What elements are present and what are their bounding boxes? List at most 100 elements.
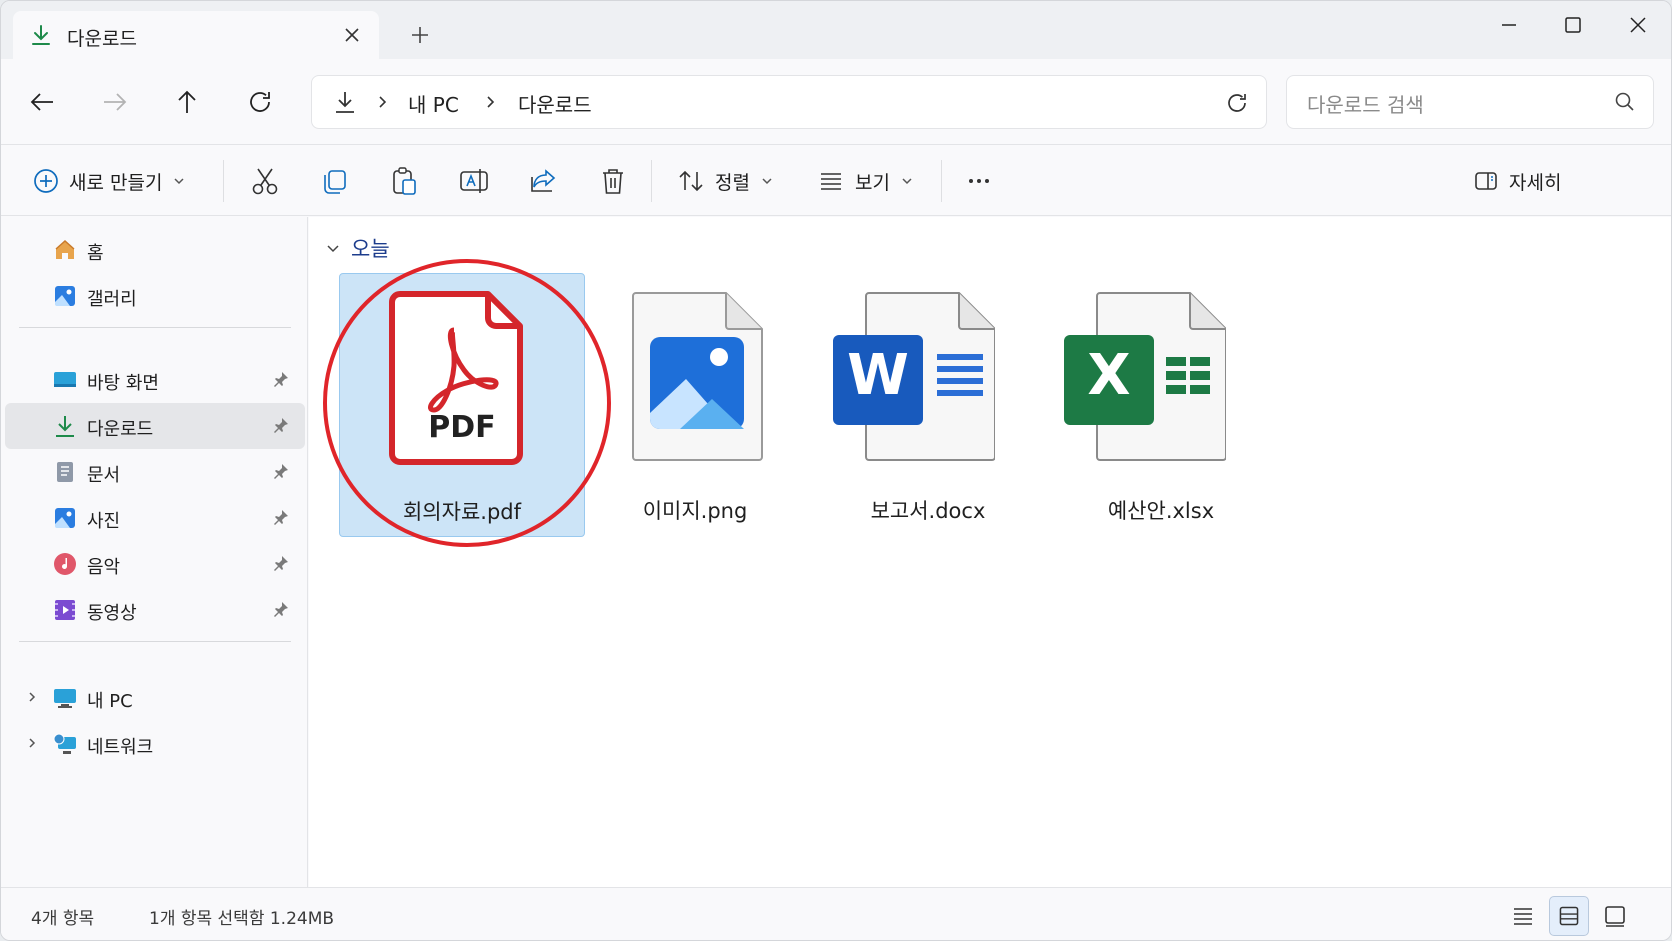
- command-bar: 새로 만들기 정렬 보기 자세히: [1, 146, 1671, 216]
- add-circle-icon: [34, 169, 58, 193]
- file-list: 오늘 PDF 회의자료.pdf 이미지.png W 보고서.docx X 예산안…: [309, 217, 1671, 887]
- details-view-icon[interactable]: [1503, 896, 1543, 936]
- sidebar-item-videos[interactable]: 동영상: [5, 587, 305, 633]
- search-icon: [1615, 92, 1634, 111]
- sidebar-item-downloads[interactable]: 다운로드: [5, 403, 305, 449]
- chevron-right-icon[interactable]: [25, 736, 39, 750]
- sidebar-divider: [19, 327, 291, 328]
- group-label: 오늘: [351, 237, 390, 261]
- chevron-right-icon: [379, 96, 387, 108]
- chevron-down-icon: [902, 178, 912, 185]
- title-bar: 다운로드: [1, 1, 1671, 59]
- sidebar-item-desktop[interactable]: 바탕 화면: [5, 357, 305, 403]
- view-label: 보기: [855, 171, 890, 194]
- search-placeholder: 다운로드 검색: [1307, 93, 1424, 117]
- file-explorer-window: 다운로드 내 PC 다운로드 다운로드 검색 새로 만들기 정렬 보기 자세히 …: [0, 0, 1672, 941]
- tiles-view-icon[interactable]: [1549, 896, 1589, 936]
- sidebar-item-home[interactable]: 홈: [5, 227, 305, 273]
- tab-downloads[interactable]: 다운로드: [13, 11, 379, 59]
- group-header-today[interactable]: 오늘: [325, 233, 390, 263]
- sort-button[interactable]: 정렬: [677, 163, 774, 199]
- file-name: 보고서.docx: [870, 499, 986, 523]
- item-count: 4개 항목: [31, 909, 95, 929]
- delete-icon[interactable]: [595, 163, 631, 199]
- refresh-icon[interactable]: [241, 83, 279, 121]
- sort-label: 정렬: [715, 171, 750, 194]
- toolbar-divider: [223, 160, 224, 202]
- back-icon[interactable]: [23, 83, 61, 121]
- breadcrumb-downloads[interactable]: 다운로드: [518, 89, 592, 118]
- chevron-down-icon: [762, 178, 772, 185]
- download-icon: [56, 416, 74, 437]
- download-icon: [336, 92, 354, 113]
- pin-icon[interactable]: [273, 555, 289, 571]
- file-item-xlsx[interactable]: X 예산안.xlsx: [1038, 273, 1284, 537]
- gallery-icon: [55, 286, 75, 306]
- tab-title: 다운로드: [67, 28, 137, 50]
- address-bar[interactable]: 내 PC 다운로드: [311, 75, 1267, 129]
- cut-icon[interactable]: [247, 163, 283, 199]
- pin-icon[interactable]: [273, 417, 289, 433]
- toolbar-divider: [651, 160, 652, 202]
- new-button[interactable]: 새로 만들기: [33, 163, 186, 199]
- file-item-docx[interactable]: W 보고서.docx: [805, 273, 1051, 537]
- navigation-bar: 내 PC 다운로드 다운로드 검색: [1, 59, 1671, 145]
- view-button[interactable]: 보기: [817, 163, 914, 199]
- file-name: 이미지.png: [642, 499, 748, 523]
- home-icon: [55, 239, 75, 259]
- music-icon: [54, 553, 76, 575]
- sidebar-item-this-pc[interactable]: 내 PC: [5, 675, 305, 721]
- pin-icon[interactable]: [273, 601, 289, 617]
- pin-icon[interactable]: [273, 463, 289, 479]
- details-pane-button[interactable]: 자세히: [1473, 163, 1561, 199]
- details-pane-icon: [1475, 172, 1497, 190]
- pictures-icon: [55, 508, 75, 528]
- computer-icon: [54, 689, 76, 708]
- pin-icon[interactable]: [273, 371, 289, 387]
- minimize-icon[interactable]: [1485, 9, 1533, 41]
- sidebar-item-network[interactable]: 네트워크: [5, 721, 305, 767]
- rename-icon[interactable]: [456, 163, 492, 199]
- image-file-icon: [632, 292, 763, 461]
- breadcrumb-my-pc[interactable]: 내 PC: [408, 89, 459, 118]
- list-view-icon: [821, 173, 841, 190]
- chevron-right-icon: [487, 96, 495, 108]
- up-icon[interactable]: [168, 83, 206, 121]
- toolbar-divider: [941, 160, 942, 202]
- share-icon[interactable]: [526, 163, 562, 199]
- chevron-down-icon: [174, 178, 184, 185]
- sidebar-item-pictures[interactable]: 사진: [5, 495, 305, 541]
- navigation-pane: 홈 갤러리 바탕 화면 다운로드 문서 사진 음악 동영상 내 PC 네트워크: [1, 217, 308, 887]
- download-icon: [32, 25, 50, 45]
- refresh-icon[interactable]: [1222, 88, 1252, 118]
- close-tab-icon[interactable]: [339, 22, 365, 48]
- new-tab-icon[interactable]: [406, 21, 434, 49]
- sidebar-item-gallery[interactable]: 갤러리: [5, 273, 305, 319]
- highlight-circle: [323, 259, 611, 547]
- selection-info: 1개 항목 선택함 1.24MB: [149, 909, 335, 929]
- new-label: 새로 만들기: [69, 171, 163, 194]
- excel-badge: X: [1087, 343, 1131, 408]
- forward-icon[interactable]: [96, 83, 134, 121]
- desktop-icon: [54, 372, 76, 387]
- sidebar-item-music[interactable]: 음악: [5, 541, 305, 587]
- large-icons-view-icon[interactable]: [1595, 896, 1635, 936]
- sidebar-divider: [19, 641, 291, 642]
- search-box[interactable]: 다운로드 검색: [1286, 75, 1654, 129]
- maximize-icon[interactable]: [1549, 9, 1597, 41]
- videos-icon: [55, 600, 75, 620]
- file-name: 예산안.xlsx: [1107, 499, 1215, 523]
- pin-icon[interactable]: [273, 509, 289, 525]
- close-window-icon[interactable]: [1614, 9, 1662, 41]
- paste-icon[interactable]: [386, 163, 422, 199]
- sidebar-item-documents[interactable]: 문서: [5, 449, 305, 495]
- word-badge: W: [847, 343, 909, 408]
- documents-icon: [57, 462, 73, 482]
- more-options-icon[interactable]: [961, 163, 997, 199]
- chevron-right-icon[interactable]: [25, 690, 39, 704]
- sort-icon: [679, 170, 703, 192]
- chevron-down-icon: [327, 245, 339, 253]
- status-bar: 4개 항목 1개 항목 선택함 1.24MB: [1, 887, 1671, 940]
- file-item-png[interactable]: 이미지.png: [572, 273, 818, 537]
- copy-icon[interactable]: [317, 163, 353, 199]
